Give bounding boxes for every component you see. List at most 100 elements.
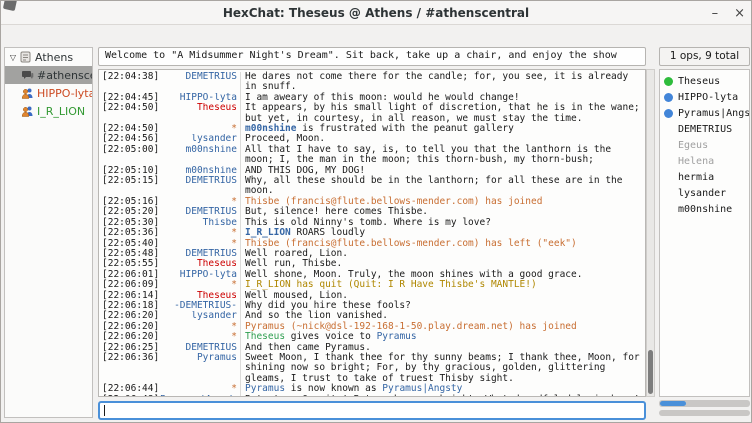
window-controls: – × bbox=[712, 1, 745, 25]
message-nick: Pyramus bbox=[160, 353, 240, 384]
menu-item[interactable] bbox=[89, 34, 107, 38]
message-nick: -DEMETRIUS- bbox=[160, 301, 240, 311]
userlist-item[interactable]: Helena bbox=[660, 153, 749, 169]
text-caret bbox=[104, 405, 105, 416]
message-nick: Thisbe bbox=[160, 218, 240, 228]
server-label: Athens bbox=[35, 51, 73, 64]
chat-message-row: [22:05:48] DEMETRIUS Well roared, Lion. bbox=[102, 249, 645, 259]
sidebar-item-hippo-lyta[interactable]: HIPPO-lyta bbox=[5, 84, 92, 102]
user-name: Helena bbox=[678, 156, 714, 167]
chat-message-row: [22:05:15] DEMETRIUS Why, all these shou… bbox=[102, 176, 645, 197]
message-nick: * bbox=[160, 280, 240, 290]
message-nick: lysander bbox=[160, 311, 240, 321]
user-name: Theseus bbox=[678, 76, 720, 87]
menu-item[interactable] bbox=[49, 34, 67, 38]
userlist-item[interactable]: m00nshine bbox=[660, 201, 749, 217]
menu-item[interactable] bbox=[29, 34, 47, 38]
message-nick: m00nshine bbox=[160, 166, 240, 176]
window-title: HexChat: Theseus @ Athens / #athenscentr… bbox=[1, 6, 751, 20]
tree-expander-icon[interactable]: ▽ bbox=[7, 53, 19, 62]
message-text: It appears, by his small light of discre… bbox=[240, 103, 645, 124]
sidebar-item-athens-server[interactable]: ▽ Athens bbox=[5, 48, 92, 66]
minimize-button[interactable]: – bbox=[712, 7, 719, 20]
userlist-header: 1 ops, 9 total bbox=[659, 47, 750, 66]
message-timestamp: [22:05:36] bbox=[102, 228, 160, 238]
message-text: He dares not come there for the candle; … bbox=[240, 72, 645, 93]
chat-message-row: [22:06:36] Pyramus Sweet Moon, I thank t… bbox=[102, 353, 645, 384]
message-nick: HIPPO-lyta bbox=[160, 270, 240, 280]
message-timestamp: [22:06:48] bbox=[102, 395, 160, 397]
user-name: hermia bbox=[678, 172, 714, 183]
userlist-item[interactable]: Theseus bbox=[660, 73, 749, 89]
message-timestamp: [22:04:38] bbox=[102, 72, 160, 93]
titlebar[interactable]: HexChat: Theseus @ Athens / #athenscentr… bbox=[1, 1, 751, 25]
user-name: HIPPO-lyta bbox=[678, 92, 738, 103]
dialog-label: I_R_LION bbox=[37, 105, 85, 118]
chat-message-row: [22:05:00] m00nshine All that I have to … bbox=[102, 145, 645, 166]
chat-message-row: [22:04:38] DEMETRIUS He dares not come t… bbox=[102, 72, 645, 93]
userlist-item[interactable]: HIPPO-lyta bbox=[660, 89, 749, 105]
message-input[interactable] bbox=[98, 401, 646, 420]
message-nick: * bbox=[160, 239, 240, 249]
server-icon bbox=[19, 51, 32, 63]
userlist: Theseus HIPPO-lyta Pyramus|Angsty DEMETR… bbox=[659, 69, 750, 397]
close-button[interactable]: × bbox=[734, 7, 745, 20]
message-text: Why, all these should be in the lanthorn… bbox=[240, 176, 645, 197]
menu-item[interactable] bbox=[109, 34, 127, 38]
hexchat-window: HexChat: Theseus @ Athens / #athenscentr… bbox=[0, 0, 752, 423]
user-name: lysander bbox=[678, 188, 726, 199]
menubar bbox=[1, 26, 751, 45]
user-name: Egeus bbox=[678, 140, 708, 151]
message-nick: DEMETRIUS bbox=[160, 343, 240, 353]
message-nick: * bbox=[160, 228, 240, 238]
userlist-item[interactable]: lysander bbox=[660, 185, 749, 201]
channel-label: #athenscentral bbox=[37, 69, 92, 82]
menu-item[interactable] bbox=[69, 34, 87, 38]
chat-message-area: [22:04:38] DEMETRIUS He dares not come t… bbox=[98, 69, 646, 397]
message-nick: DEMETRIUS bbox=[160, 249, 240, 259]
message-nick: * bbox=[160, 124, 240, 134]
sidebar-item-channel-athenscentral[interactable]: #athenscentral bbox=[5, 66, 92, 84]
userlist-item[interactable]: Pyramus|Angsty bbox=[660, 105, 749, 121]
chat-message-row: [22:05:30] Thisbe This is old Ninny's to… bbox=[102, 218, 645, 228]
message-timestamp: [22:05:00] bbox=[102, 145, 160, 166]
sidebar-item-i-r-lion[interactable]: I_R_LION bbox=[5, 102, 92, 120]
user-name: Pyramus|Angsty bbox=[678, 108, 750, 119]
topic-bar[interactable]: Welcome to "A Midsummer Night's Dream". … bbox=[98, 47, 646, 66]
userlist-item[interactable]: hermia bbox=[660, 169, 749, 185]
chat-message-row: [22:04:50] Theseus It appears, by his sm… bbox=[102, 103, 645, 124]
message-nick: Theseus bbox=[160, 259, 240, 269]
user-mode-dot-icon bbox=[664, 77, 673, 86]
message-nick: m00nshine bbox=[160, 145, 240, 166]
userlist-item[interactable]: DEMETRIUS bbox=[660, 121, 749, 137]
message-timestamp: [22:05:15] bbox=[102, 176, 160, 197]
message-nick: HIPPO-lyta bbox=[160, 93, 240, 103]
dialog-label: HIPPO-lyta bbox=[37, 87, 92, 100]
user-mode-dot-icon bbox=[664, 109, 673, 118]
menu-item[interactable] bbox=[9, 34, 27, 38]
chat-scrollbar-thumb[interactable] bbox=[648, 350, 653, 394]
message-nick: * bbox=[160, 332, 240, 342]
message-nick: DEMETRIUS bbox=[160, 207, 240, 217]
message-timestamp: [22:06:36] bbox=[102, 353, 160, 384]
userlist-hscrollbar[interactable] bbox=[659, 400, 750, 407]
message-nick: Pyramus|Angsty bbox=[160, 395, 240, 397]
message-timestamp: [22:06:09] bbox=[102, 280, 160, 290]
message-timestamp: [22:04:50] bbox=[102, 103, 160, 124]
chat-message-row: [22:04:50] * m00nshine is frustrated wit… bbox=[102, 124, 645, 134]
chat-message-row: [22:05:40] * Thisbe (francis@flute.bello… bbox=[102, 239, 645, 249]
message-nick: Theseus bbox=[160, 103, 240, 124]
message-text: Sweet Moon, I thank thee for thy sunny b… bbox=[240, 353, 645, 384]
userlist-hscrollbar-track2[interactable] bbox=[659, 410, 750, 416]
message-nick: * bbox=[160, 197, 240, 207]
message-nick: lysander bbox=[160, 134, 240, 144]
message-text: But stay, O spite! But mark, poor knight… bbox=[240, 395, 645, 397]
userlist-item[interactable]: Egeus bbox=[660, 137, 749, 153]
message-nick: * bbox=[160, 322, 240, 332]
chat-scrollbar[interactable] bbox=[646, 69, 655, 397]
message-nick: Theseus bbox=[160, 291, 240, 301]
userlist-hscrollbar-thumb[interactable] bbox=[660, 401, 686, 406]
message-text: All that I have to say, is, to tell you … bbox=[240, 145, 645, 166]
message-nick: DEMETRIUS bbox=[160, 176, 240, 197]
people-icon bbox=[21, 87, 34, 99]
